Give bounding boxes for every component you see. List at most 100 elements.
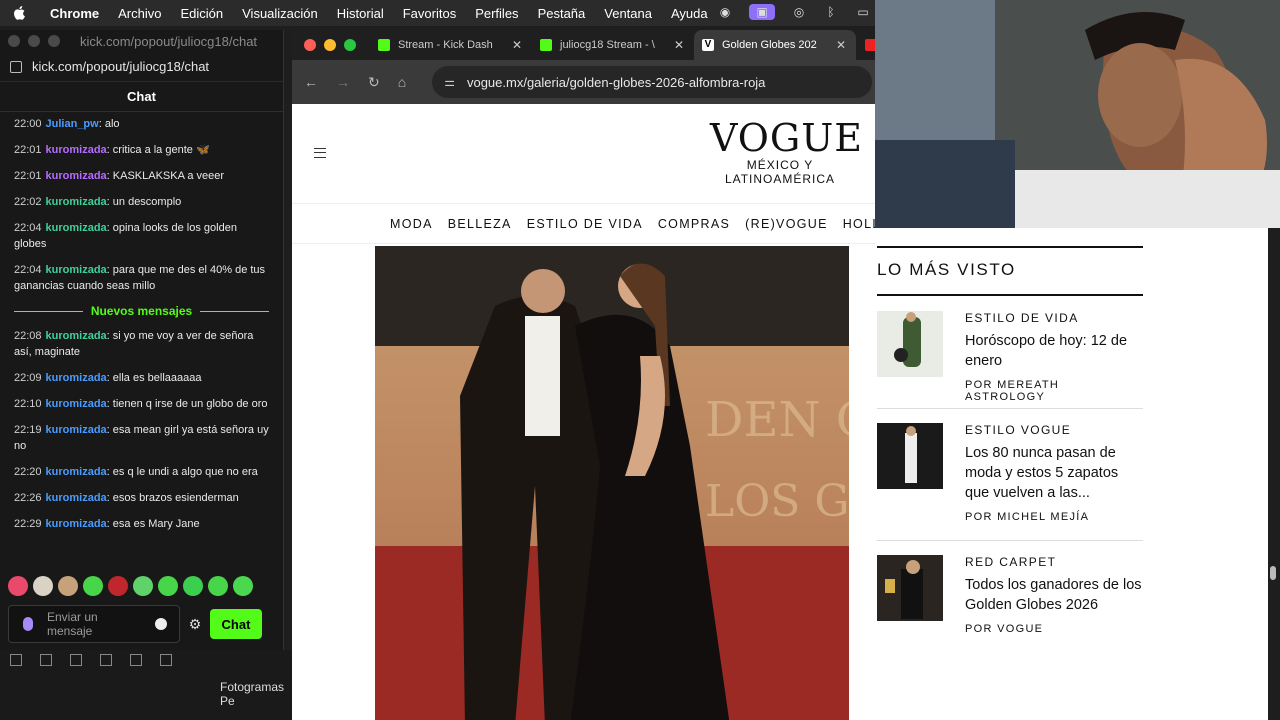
footer-label: Fotogramas Pe xyxy=(220,680,285,708)
settings-icon[interactable] xyxy=(160,654,172,666)
emote-icon[interactable] xyxy=(133,576,153,596)
chat-window-titlebar: kick.com/popout/juliocg18/chat xyxy=(0,30,283,52)
forward-icon[interactable]: → xyxy=(336,74,350,90)
article-title[interactable]: Horóscopo de hoy: 12 de enero xyxy=(965,331,1145,371)
menu-app-name[interactable]: Chrome xyxy=(50,6,99,21)
emote-icon[interactable] xyxy=(183,576,203,596)
mic-icon[interactable] xyxy=(23,617,33,631)
nav-revogue[interactable]: (RE)VOGUE xyxy=(745,217,828,231)
delete-icon[interactable] xyxy=(130,654,142,666)
menu-pestana[interactable]: Pestaña xyxy=(538,6,586,21)
most-viewed-item[interactable]: ESTILO VOGUE Los 80 nunca pasan de moda … xyxy=(877,423,1143,553)
home-icon[interactable]: ⌂ xyxy=(398,74,406,90)
tab-kick-dashboard[interactable]: Stream - Kick Dash ✕ xyxy=(370,30,532,60)
nav-hollywood[interactable]: HOLLYWO xyxy=(843,217,875,231)
chat-address-url[interactable]: kick.com/popout/juliocg18/chat xyxy=(32,59,209,74)
minimize-traffic-light[interactable] xyxy=(324,39,336,51)
most-viewed-item[interactable]: ESTILO DE VIDA Horóscopo de hoy: 12 de e… xyxy=(877,311,1143,421)
chat-address-bar[interactable]: kick.com/popout/juliocg18/chat xyxy=(0,52,283,82)
macos-menubar: Chrome Archivo Edición Visualización His… xyxy=(0,0,875,26)
close-tab-icon[interactable]: ✕ xyxy=(674,38,684,52)
tab-juliocg18-stream[interactable]: juliocg18 Stream - \ ✕ xyxy=(532,30,694,60)
article-thumbnail[interactable] xyxy=(877,555,943,621)
most-viewed-item[interactable]: RED CARPET Todos los ganadores de los Go… xyxy=(877,555,1143,655)
message-username[interactable]: kuromizada xyxy=(46,466,107,478)
address-url[interactable]: vogue.mx/galeria/golden-globes-2026-alfo… xyxy=(467,75,765,90)
window-icon[interactable]: ▭ xyxy=(855,4,871,20)
emote-icon[interactable] xyxy=(208,576,228,596)
close-tab-icon[interactable]: ✕ xyxy=(512,38,522,52)
nav-estilo-de-vida[interactable]: ESTILO DE VIDA xyxy=(527,217,643,231)
screen-record-icon[interactable]: ▣ xyxy=(749,4,775,20)
hamburger-menu-icon[interactable] xyxy=(314,148,326,158)
chat-message: 22:04 kuromizada: opina looks de los gold… xyxy=(14,220,269,252)
close-tab-icon[interactable]: ✕ xyxy=(836,38,846,52)
menu-ventana[interactable]: Ventana xyxy=(604,6,652,21)
chat-input-placeholder[interactable]: Enviar un mensaje xyxy=(47,610,127,638)
vogue-logo[interactable]: VOGUE MÉXICO Y LATINOAMÉRICA xyxy=(710,118,862,186)
emote-icon[interactable] xyxy=(158,576,178,596)
send-chat-button[interactable]: Chat xyxy=(210,609,262,639)
emote-icon[interactable] xyxy=(108,576,128,596)
site-settings-icon[interactable]: ⚌ xyxy=(444,75,455,89)
creative-cloud-icon[interactable]: ◉ xyxy=(717,4,733,20)
emoji-icon[interactable] xyxy=(155,618,167,630)
delete-icon[interactable] xyxy=(40,654,52,666)
message-username[interactable]: kuromizada xyxy=(46,170,107,182)
article-thumbnail[interactable] xyxy=(877,311,943,377)
nav-belleza[interactable]: BELLEZA xyxy=(448,217,512,231)
menu-favoritos[interactable]: Favoritos xyxy=(403,6,456,21)
menu-archivo[interactable]: Archivo xyxy=(118,6,161,21)
zoom-traffic-light[interactable] xyxy=(48,35,60,47)
article-category[interactable]: RED CARPET xyxy=(965,555,1056,569)
message-username[interactable]: kuromizada xyxy=(46,196,107,208)
emote-icon[interactable] xyxy=(8,576,28,596)
nav-moda[interactable]: MODA xyxy=(390,217,433,231)
reload-icon[interactable]: ↻ xyxy=(368,74,380,91)
menu-ayuda[interactable]: Ayuda xyxy=(671,6,708,21)
scrollbar-thumb[interactable] xyxy=(1270,566,1276,580)
minimize-traffic-light[interactable] xyxy=(28,35,40,47)
add-icon[interactable] xyxy=(100,654,112,666)
chat-input[interactable]: Enviar un mensaje xyxy=(8,605,180,643)
article-title[interactable]: Todos los ganadores de los Golden Globes… xyxy=(965,575,1145,615)
tab-golden-globes[interactable]: V Golden Globes 202 ✕ xyxy=(694,30,856,60)
message-username[interactable]: Julian_pw xyxy=(46,118,99,130)
most-viewed-sidebar: LO MÁS VISTO ESTILO DE VIDA Horóscopo de… xyxy=(875,228,1268,720)
site-settings-icon[interactable] xyxy=(10,60,22,73)
add-icon[interactable] xyxy=(10,654,22,666)
settings-icon[interactable] xyxy=(70,654,82,666)
zoom-traffic-light[interactable] xyxy=(344,39,356,51)
close-traffic-light[interactable] xyxy=(304,39,316,51)
close-traffic-light[interactable] xyxy=(8,35,20,47)
article-category[interactable]: ESTILO VOGUE xyxy=(965,423,1071,437)
message-username[interactable]: kuromizada xyxy=(46,264,107,276)
airdrop-icon[interactable]: ◎ xyxy=(791,4,807,20)
message-username[interactable]: kuromizada xyxy=(46,492,107,504)
menu-edicion[interactable]: Edición xyxy=(180,6,223,21)
address-bar[interactable]: ⚌ vogue.mx/galeria/golden-globes-2026-al… xyxy=(432,66,873,98)
article-title[interactable]: Los 80 nunca pasan de moda y estos 5 zap… xyxy=(965,443,1145,503)
message-username[interactable]: kuromizada xyxy=(46,398,107,410)
article-thumbnail[interactable] xyxy=(877,423,943,489)
message-username[interactable]: kuromizada xyxy=(46,144,107,156)
message-username[interactable]: kuromizada xyxy=(46,518,107,530)
message-username[interactable]: kuromizada xyxy=(46,372,107,384)
article-category[interactable]: ESTILO DE VIDA xyxy=(965,311,1079,325)
gear-icon[interactable]: ⚙ xyxy=(188,617,202,631)
emote-icon[interactable] xyxy=(233,576,253,596)
message-username[interactable]: kuromizada xyxy=(46,330,107,342)
emote-icon[interactable] xyxy=(33,576,53,596)
menu-visualizacion[interactable]: Visualización xyxy=(242,6,318,21)
youtube-tab-icon[interactable] xyxy=(865,39,875,51)
back-icon[interactable]: ← xyxy=(304,74,318,90)
menu-perfiles[interactable]: Perfiles xyxy=(475,6,518,21)
emote-icon[interactable] xyxy=(83,576,103,596)
message-username[interactable]: kuromizada xyxy=(46,424,107,436)
nav-compras[interactable]: COMPRAS xyxy=(658,217,730,231)
bluetooth-icon[interactable]: ᛒ xyxy=(823,4,839,20)
emote-icon[interactable] xyxy=(58,576,78,596)
menu-historial[interactable]: Historial xyxy=(337,6,384,21)
message-username[interactable]: kuromizada xyxy=(46,222,107,234)
apple-icon[interactable] xyxy=(12,6,26,20)
